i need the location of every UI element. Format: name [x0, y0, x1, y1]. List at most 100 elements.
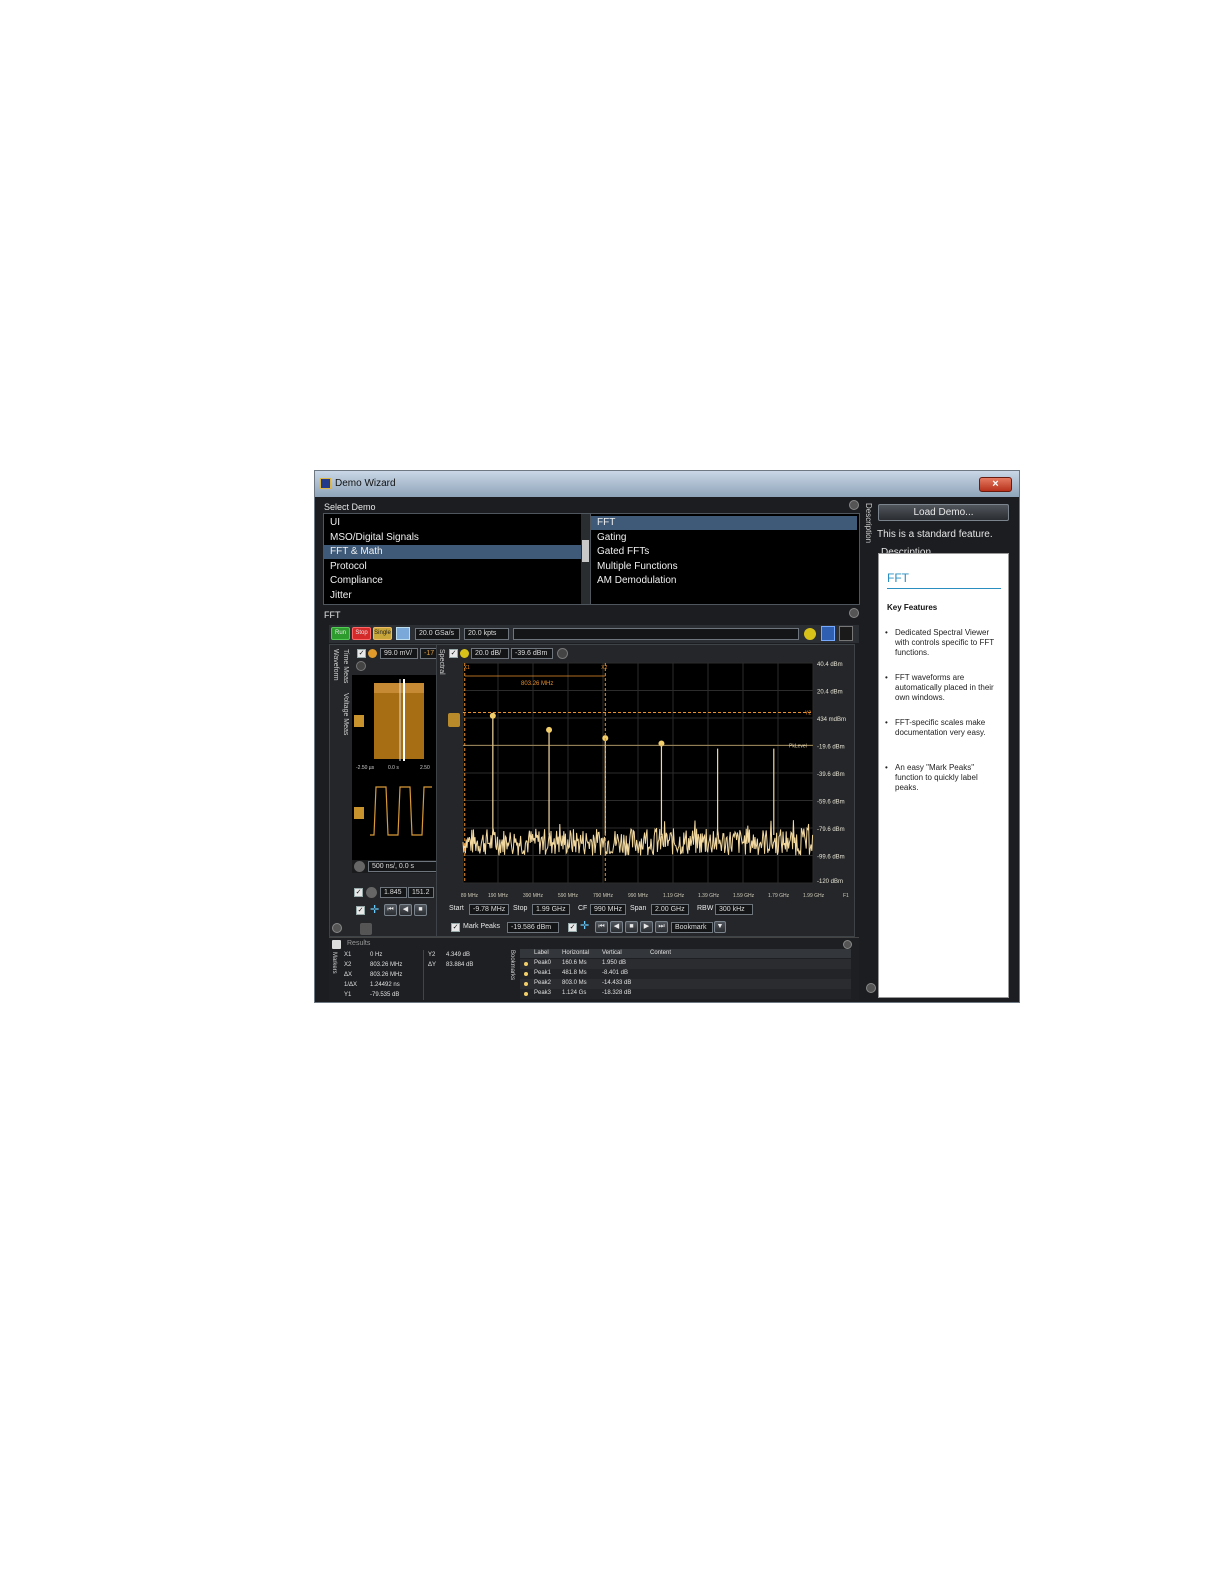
demo-list[interactable]: FFT Gating Gated FFTs Multiple Functions AM … — [590, 513, 860, 605]
waveform-icon[interactable] — [821, 626, 835, 641]
timebase-field[interactable]: 500 ns/, 0.0 s — [368, 861, 438, 872]
peak-marker — [489, 712, 496, 719]
spectral-ref-field[interactable]: -39.6 dBm — [511, 648, 553, 659]
span-field[interactable]: 2.00 GHz — [651, 904, 689, 915]
panel-collapse-icon[interactable] — [332, 923, 342, 933]
cursor-field-1[interactable]: 1.845 — [380, 887, 407, 898]
category-list[interactable]: UI MSO/Digital Signals FFT & Math Protocol C… — [323, 513, 591, 605]
bm-last-icon[interactable]: ⏭ — [655, 921, 668, 933]
cursor-checkbox[interactable]: ✓ — [354, 888, 363, 897]
trigger-icon[interactable] — [804, 628, 816, 640]
cursor-icon[interactable] — [366, 887, 377, 898]
points-field[interactable]: 20.0 kpts — [464, 628, 509, 640]
fft-collapse-icon[interactable] — [849, 608, 859, 618]
function-icon[interactable] — [460, 649, 469, 658]
category-item[interactable]: MSO/Digital Signals — [324, 531, 582, 545]
rbw-field[interactable]: 300 kHz — [715, 904, 753, 915]
stop-button[interactable]: Stop — [352, 627, 371, 640]
bm-next-icon[interactable]: ▶ — [640, 921, 653, 933]
y-tick-label: 434 mdBm — [817, 717, 846, 723]
category-item[interactable]: Compliance — [324, 574, 582, 588]
scroll-thumb[interactable] — [582, 540, 589, 562]
column-header[interactable]: Content — [650, 950, 671, 956]
bookmarks-tab[interactable]: Bookmarks — [509, 950, 515, 980]
first-icon[interactable]: ⏮ — [384, 904, 397, 916]
nav-checkbox[interactable]: ✓ — [356, 906, 365, 915]
results-collapse-icon[interactable] — [843, 940, 852, 949]
x-tick-label: -9.89 MHz — [461, 893, 479, 899]
marker-name: X1 — [344, 952, 352, 958]
spectral-controls: Start -9.78 MHz Stop 1.99 GHz CF 990 MHz… — [447, 904, 852, 936]
spectral-checkbox[interactable]: ✓ — [449, 649, 458, 658]
position-value: 0.0 s — [398, 863, 415, 870]
bookmark-checkbox[interactable]: ✓ — [568, 923, 577, 932]
demo-item[interactable]: Gating — [591, 531, 857, 545]
y-tick-label: 40.4 dBm — [817, 662, 843, 668]
tab-time-meas[interactable]: Time Meas — [342, 649, 349, 683]
pin-icon[interactable] — [360, 923, 372, 935]
timebase-icon[interactable] — [354, 861, 365, 872]
spectral-zoom-icon[interactable] — [557, 648, 568, 659]
zoom-icon[interactable] — [356, 661, 366, 671]
marker-icon[interactable]: ✛ — [370, 904, 382, 916]
time-domain-panel: Waveform Time Meas Voltage Meas ✓ 99.0 m… — [329, 644, 447, 937]
span-label: Span — [630, 905, 647, 912]
table-cell: 481.8 Ms — [562, 970, 587, 976]
bookmark-dropdown-icon[interactable]: ▼ — [714, 921, 726, 933]
channel-icon[interactable] — [368, 649, 377, 658]
description-side-tab[interactable]: Description — [864, 503, 873, 543]
bookmark-field[interactable]: Bookmark — [671, 922, 713, 933]
close-button[interactable]: × — [979, 477, 1012, 492]
tab-spectral[interactable]: Spectral — [438, 649, 445, 675]
stop-icon[interactable]: ■ — [414, 904, 427, 916]
autoscale-icon[interactable] — [396, 627, 410, 640]
trigger-level-icon[interactable] — [839, 626, 853, 641]
scope-toolbar: Run Stop Single 20.0 GSa/s 20.0 kpts — [329, 625, 859, 643]
y-tick-label: -59.6 dBm — [817, 800, 845, 806]
tab-waveform[interactable]: Waveform — [332, 649, 339, 681]
prev-icon[interactable]: ◀ — [399, 904, 412, 916]
vertical-scale-field[interactable]: 99.0 mV/ — [380, 648, 418, 659]
demo-item[interactable]: Gated FFTs — [591, 545, 857, 559]
bm-first-icon[interactable]: ⏮ — [595, 921, 608, 933]
bm-stop-icon[interactable]: ■ — [625, 921, 638, 933]
load-demo-button[interactable]: Load Demo... — [878, 504, 1009, 521]
spectral-marker-icon[interactable]: ✛ — [580, 920, 592, 932]
tab-voltage-meas[interactable]: Voltage Meas — [342, 693, 349, 735]
time-x-label: 0.0 s — [388, 765, 399, 771]
demo-item[interactable]: AM Demodulation — [591, 574, 857, 588]
peak-dot-icon — [524, 962, 528, 966]
feature-text: FFT waveforms are automatically placed i… — [895, 673, 994, 702]
collapse-icon[interactable] — [849, 500, 859, 510]
column-header[interactable]: Label — [534, 950, 549, 956]
demo-item[interactable]: Multiple Functions — [591, 560, 857, 574]
table-cell: Peak3 — [534, 990, 552, 996]
demo-item[interactable]: FFT — [591, 516, 857, 530]
mark-peaks-level-field[interactable]: -19.586 dBm — [507, 922, 559, 933]
y-tick-label: -79.6 dBm — [817, 827, 845, 833]
stop-field[interactable]: 1.99 GHz — [532, 904, 570, 915]
category-scrollbar[interactable] — [581, 514, 590, 604]
single-button[interactable]: Single — [373, 627, 392, 640]
category-item[interactable]: Protocol — [324, 560, 582, 574]
markers-tab[interactable]: Markers — [331, 952, 337, 974]
channel-checkbox[interactable]: ✓ — [357, 649, 366, 658]
x-tick-label: 1.59 GHz — [733, 893, 755, 899]
spectral-scale-field[interactable]: 20.0 dB/ — [471, 648, 509, 659]
category-item[interactable]: FFT & Math — [324, 545, 582, 560]
sample-rate-field[interactable]: 20.0 GSa/s — [415, 628, 460, 640]
side-collapse-icon[interactable] — [866, 983, 876, 993]
run-button[interactable]: Run — [331, 627, 350, 640]
category-item[interactable]: UI — [324, 516, 582, 530]
cursor-field-2[interactable]: 151.2 — [408, 887, 434, 898]
time-x-label: 2.50 — [420, 765, 430, 771]
mark-peaks-checkbox[interactable]: ✓ — [451, 923, 460, 932]
bm-prev-icon[interactable]: ◀ — [610, 921, 623, 933]
start-field[interactable]: -9.78 MHz — [469, 904, 509, 915]
category-item[interactable]: Jitter — [324, 589, 582, 603]
ref-level-handle[interactable] — [448, 713, 460, 727]
description-panel: FFT Key Features • Dedicated Spectral Vie… — [878, 553, 1009, 998]
column-header[interactable]: Horizontal — [562, 950, 589, 956]
cf-field[interactable]: 990 MHz — [590, 904, 626, 915]
column-header[interactable]: Vertical — [602, 950, 622, 956]
